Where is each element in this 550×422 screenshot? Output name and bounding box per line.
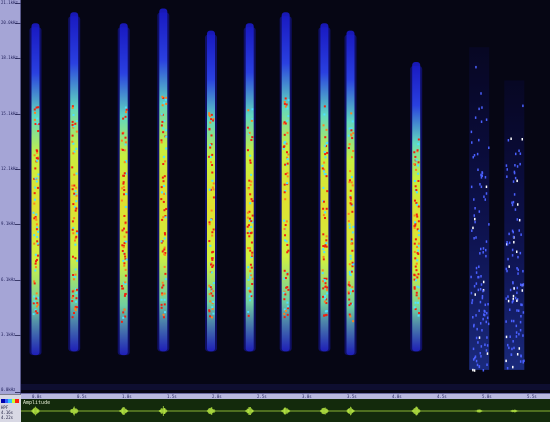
frequency-axis: 21.1kHz 20.0kHz 18.1kHz 15.1kHz 12.1kHz 9.1kH… xyxy=(0,0,21,394)
scale-panel: HPF 4.16s 4.22s xyxy=(0,394,21,422)
frequency-tick-label: 0.0kHz xyxy=(1,387,16,392)
waveform-burst xyxy=(411,406,421,416)
spectrogram-view[interactable] xyxy=(21,0,550,394)
sound-burst xyxy=(29,23,42,356)
sound-burst xyxy=(469,47,490,372)
color-scale-swatch xyxy=(1,399,19,403)
waveform-burst xyxy=(206,407,216,415)
spectrogram-plot xyxy=(29,8,525,372)
waveform-trace xyxy=(21,406,550,416)
waveform-burst xyxy=(346,406,355,416)
frequency-tick-label: 18.1kHz xyxy=(1,55,18,61)
waveform-burst xyxy=(31,406,40,416)
sound-burst xyxy=(117,23,130,356)
selection-end-label: 4.22s xyxy=(1,415,14,420)
waveform-burst xyxy=(509,409,519,413)
frequency-tick-label: 3.1kHz xyxy=(1,331,16,337)
waveform-title: Amplitude xyxy=(23,400,51,406)
waveform-panel[interactable]: Amplitude xyxy=(21,399,550,422)
sound-burst xyxy=(157,8,170,352)
waveform-burst xyxy=(474,409,484,413)
sound-burst xyxy=(504,80,525,370)
frequency-tick-label: 20.0kHz xyxy=(1,20,18,26)
sound-burst xyxy=(68,12,81,352)
waveform-burst xyxy=(158,406,168,416)
sound-burst xyxy=(205,30,217,352)
frequency-tick-label: 6.1kHz xyxy=(1,276,16,282)
waveform-burst xyxy=(69,406,79,416)
waveform-burst xyxy=(245,406,255,416)
baseline-strip xyxy=(21,384,550,390)
spectrogram-window: 21.1kHz 20.0kHz 18.1kHz 15.1kHz 12.1kHz 9.1kH… xyxy=(0,0,550,422)
waveform-burst xyxy=(319,407,329,415)
frequency-tick-label: 12.1kHz xyxy=(1,165,18,171)
sound-burst xyxy=(279,12,292,352)
frequency-tick-label: 15.1kHz xyxy=(1,110,18,116)
sound-burst xyxy=(344,30,357,356)
waveform-burst xyxy=(119,407,129,415)
sound-burst xyxy=(243,23,256,352)
scale-color-cell xyxy=(15,399,19,403)
sound-burst xyxy=(410,61,423,352)
waveform-burst xyxy=(281,407,291,415)
frequency-tick-label: 9.1kHz xyxy=(1,221,16,227)
frequency-tick-label: 21.1kHz xyxy=(1,0,18,5)
sound-burst xyxy=(318,23,331,352)
